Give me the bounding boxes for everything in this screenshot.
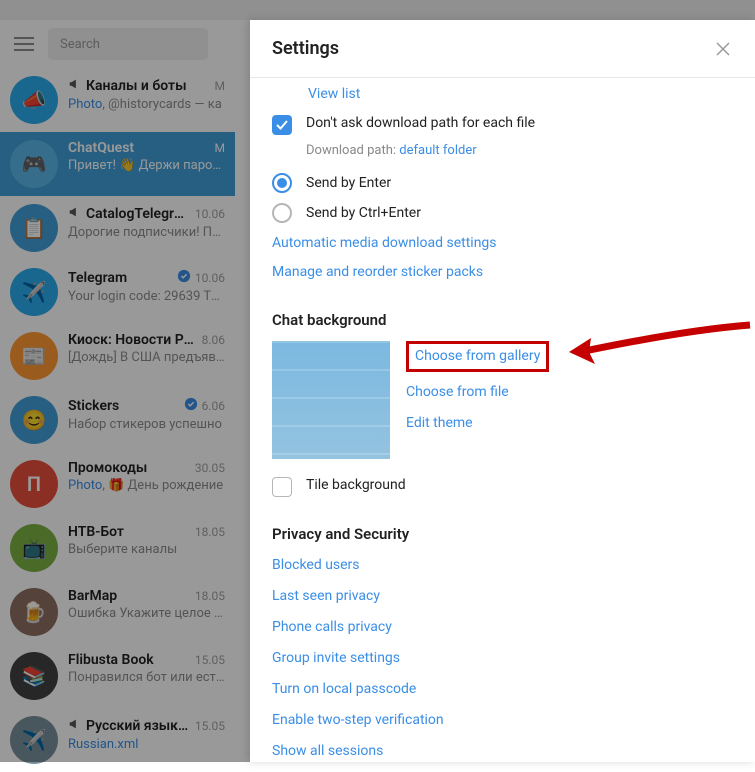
checkbox-checked[interactable] bbox=[272, 115, 292, 135]
edit-theme-link[interactable]: Edit theme bbox=[406, 413, 549, 434]
dont-ask-checkbox-row[interactable]: Don't ask download path for each file bbox=[272, 115, 733, 135]
panel-header: Settings bbox=[250, 20, 755, 78]
download-path-label: Download path: bbox=[306, 143, 399, 158]
manage-stickers-link[interactable]: Manage and reorder sticker packs bbox=[272, 262, 733, 283]
send-ctrl-enter-radio[interactable]: Send by Ctrl+Enter bbox=[272, 203, 733, 223]
send-ctrl-enter-label: Send by Ctrl+Enter bbox=[306, 205, 421, 221]
radio-unselected[interactable] bbox=[272, 203, 292, 223]
radio-selected[interactable] bbox=[272, 173, 292, 193]
choose-file-link[interactable]: Choose from file bbox=[406, 382, 549, 403]
checkbox-empty[interactable] bbox=[272, 477, 292, 497]
settings-panel: Settings View list Don't ask download pa… bbox=[250, 20, 755, 762]
download-path-row: Download path: default folder bbox=[306, 141, 733, 161]
show-sessions-link[interactable]: Show all sessions bbox=[272, 741, 733, 761]
close-button[interactable] bbox=[713, 39, 733, 59]
view-list-link[interactable]: View list bbox=[308, 84, 733, 105]
bg-preview[interactable] bbox=[272, 341, 390, 459]
send-enter-radio[interactable]: Send by Enter bbox=[272, 173, 733, 193]
privacy-title: Privacy and Security bbox=[272, 525, 733, 543]
send-enter-label: Send by Enter bbox=[306, 175, 391, 191]
tile-bg-label: Tile background bbox=[306, 477, 406, 493]
arrow-icon bbox=[565, 320, 755, 380]
tile-bg-row[interactable]: Tile background bbox=[272, 477, 733, 497]
download-path-link[interactable]: default folder bbox=[399, 143, 476, 158]
blocked-users-link[interactable]: Blocked users bbox=[272, 555, 733, 576]
two-step-link[interactable]: Enable two-step verification bbox=[272, 710, 733, 731]
dont-ask-label: Don't ask download path for each file bbox=[306, 115, 535, 131]
close-icon bbox=[716, 42, 730, 56]
local-passcode-link[interactable]: Turn on local passcode bbox=[272, 679, 733, 700]
auto-media-link[interactable]: Automatic media download settings bbox=[272, 233, 733, 254]
last-seen-link[interactable]: Last seen privacy bbox=[272, 586, 733, 607]
panel-title: Settings bbox=[272, 38, 713, 59]
annotation-arrow bbox=[565, 320, 755, 380]
panel-body: View list Don't ask download path for ea… bbox=[250, 78, 755, 760]
check-icon bbox=[275, 118, 289, 132]
phone-calls-link[interactable]: Phone calls privacy bbox=[272, 617, 733, 638]
choose-gallery-link[interactable]: Choose from gallery bbox=[406, 341, 549, 372]
group-invite-link[interactable]: Group invite settings bbox=[272, 648, 733, 669]
